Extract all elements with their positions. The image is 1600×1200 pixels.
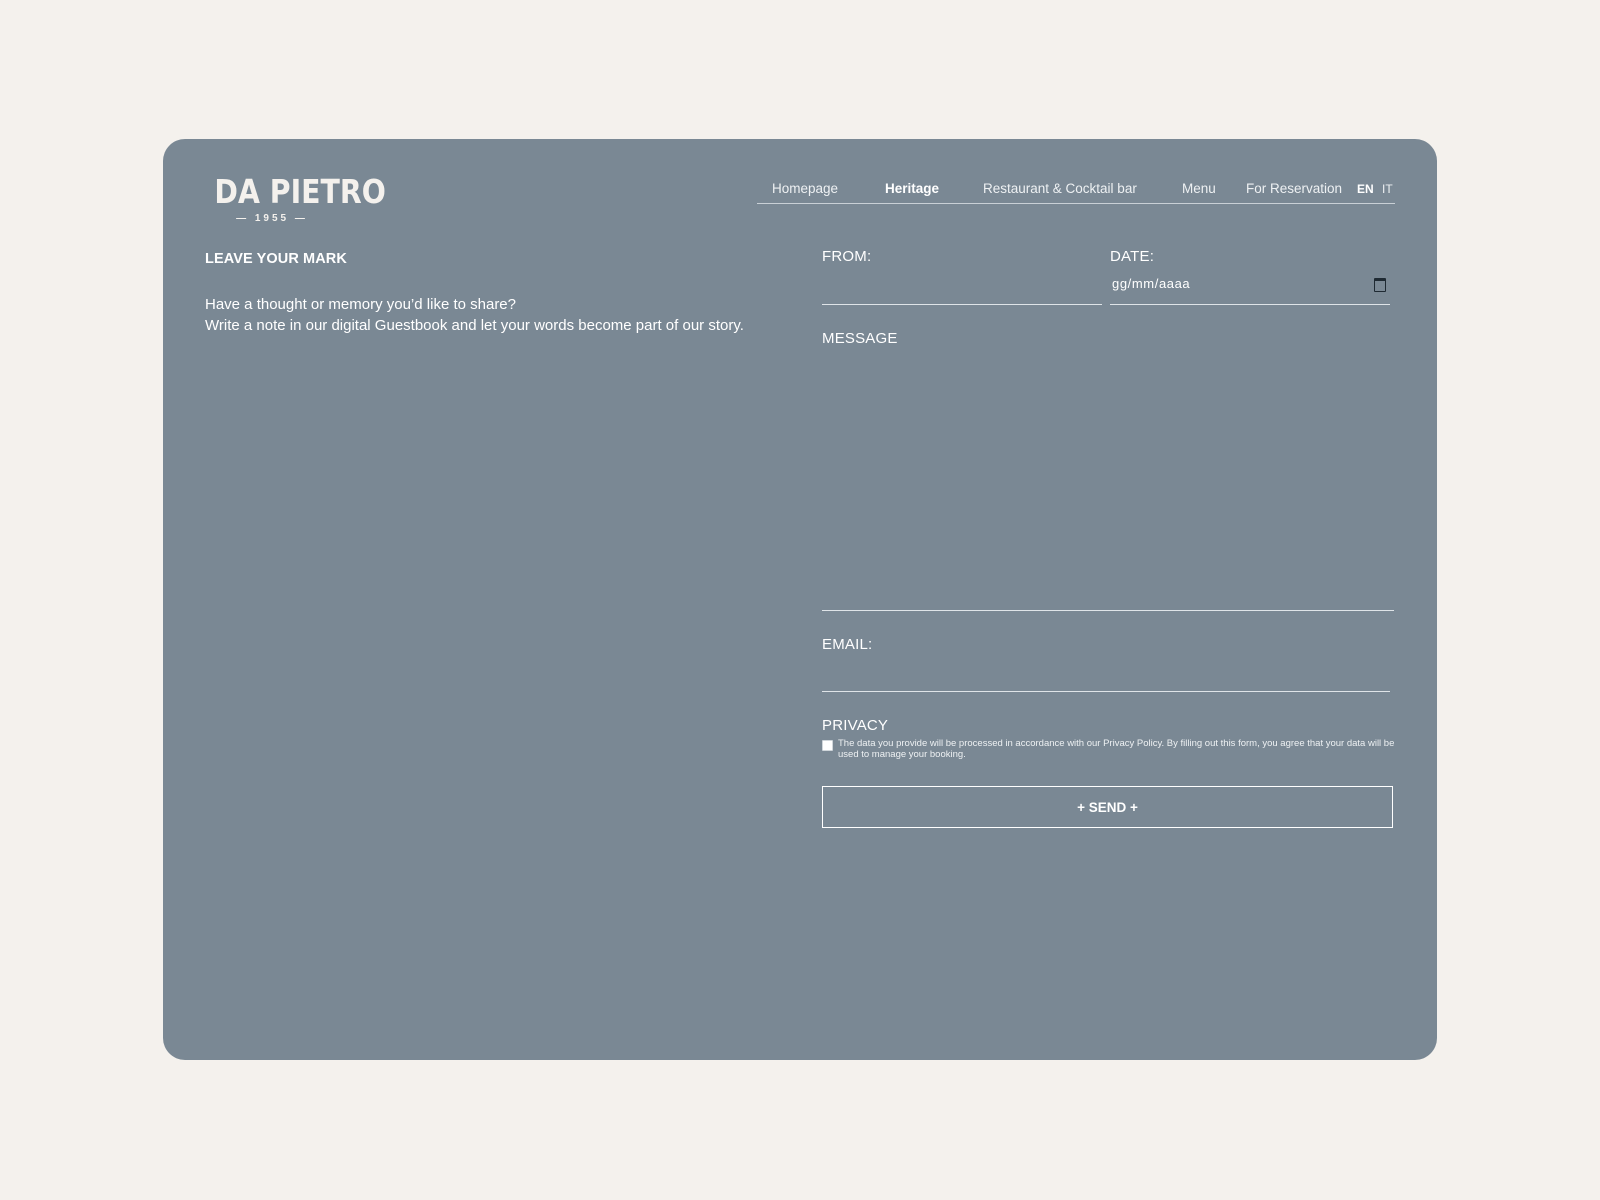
message-textarea[interactable] (822, 354, 1392, 604)
email-underline (822, 691, 1390, 692)
from-label: FROM: (822, 248, 872, 265)
nav-item-restaurant-cocktail-bar[interactable]: Restaurant & Cocktail bar (983, 181, 1137, 196)
privacy-label: PRIVACY (822, 717, 889, 734)
lang-en[interactable]: EN (1357, 182, 1374, 196)
main-nav: Homepage Heritage Restaurant & Cocktail … (757, 177, 1395, 204)
message-underline (822, 610, 1394, 611)
send-button-label: + SEND + (1077, 799, 1138, 815)
nav-item-heritage[interactable]: Heritage (885, 181, 939, 196)
nav-item-for-reservation[interactable]: For Reservation (1246, 181, 1342, 196)
message-label: MESSAGE (822, 330, 898, 347)
lang-it[interactable]: IT (1382, 182, 1393, 196)
intro-line-1: Have a thought or memory you’d like to s… (205, 296, 516, 313)
from-input[interactable] (822, 271, 1100, 293)
date-underline (1110, 304, 1390, 305)
guestbook-card: DA PIETRO — 1955 — Homepage Heritage Res… (163, 139, 1437, 1060)
calendar-icon[interactable] (1374, 278, 1386, 292)
email-label: EMAIL: (822, 636, 873, 653)
section-heading: LEAVE YOUR MARK (205, 251, 347, 267)
from-underline (822, 304, 1102, 305)
brand-year: — 1955 — (236, 213, 308, 224)
brand-logo[interactable]: DA PIETRO — 1955 — (205, 172, 386, 225)
nav-item-homepage[interactable]: Homepage (772, 181, 838, 196)
email-input[interactable] (822, 659, 1390, 681)
date-label: DATE: (1110, 248, 1155, 265)
nav-item-menu[interactable]: Menu (1182, 181, 1216, 196)
send-button[interactable]: + SEND + (822, 786, 1393, 828)
date-input[interactable]: gg/mm/aaaa (1112, 276, 1190, 291)
intro-line-2: Write a note in our digital Guestbook an… (205, 317, 744, 334)
brand-name: DA PIETRO (214, 172, 386, 211)
privacy-checkbox[interactable] (822, 740, 833, 751)
privacy-text: The data you provide will be processed i… (838, 738, 1395, 760)
intro-text: Have a thought or memory you’d like to s… (205, 294, 745, 336)
